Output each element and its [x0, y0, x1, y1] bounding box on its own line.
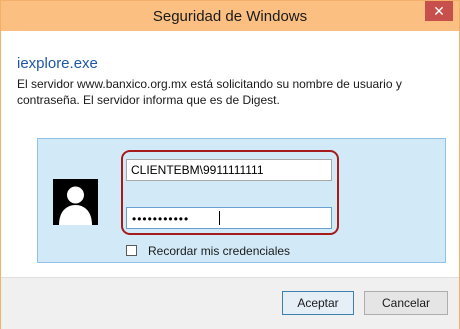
credential-tile[interactable]: ••••••••••• Recordar mis credenciales	[37, 138, 446, 263]
cancel-button[interactable]: Cancelar	[364, 291, 448, 315]
remember-credentials-label[interactable]: Recordar mis credenciales	[148, 244, 290, 258]
username-input[interactable]	[126, 159, 332, 181]
close-icon: ✕	[433, 3, 445, 19]
user-avatar-icon	[53, 179, 98, 225]
windows-security-dialog: Seguridad de Windows ✕ iexplore.exe El s…	[0, 0, 460, 329]
remember-credentials-checkbox[interactable]	[126, 245, 137, 256]
dialog-message: El servidor www.banxico.org.mx está soli…	[17, 77, 402, 107]
password-input[interactable]	[126, 207, 332, 229]
button-bar: Aceptar Cancelar	[1, 277, 459, 329]
app-name: iexplore.exe	[17, 55, 98, 72]
title-bar[interactable]: Seguridad de Windows ✕	[1, 1, 459, 31]
close-button[interactable]: ✕	[425, 1, 453, 21]
accept-button[interactable]: Aceptar	[282, 291, 354, 315]
dialog-title: Seguridad de Windows	[152, 8, 308, 25]
